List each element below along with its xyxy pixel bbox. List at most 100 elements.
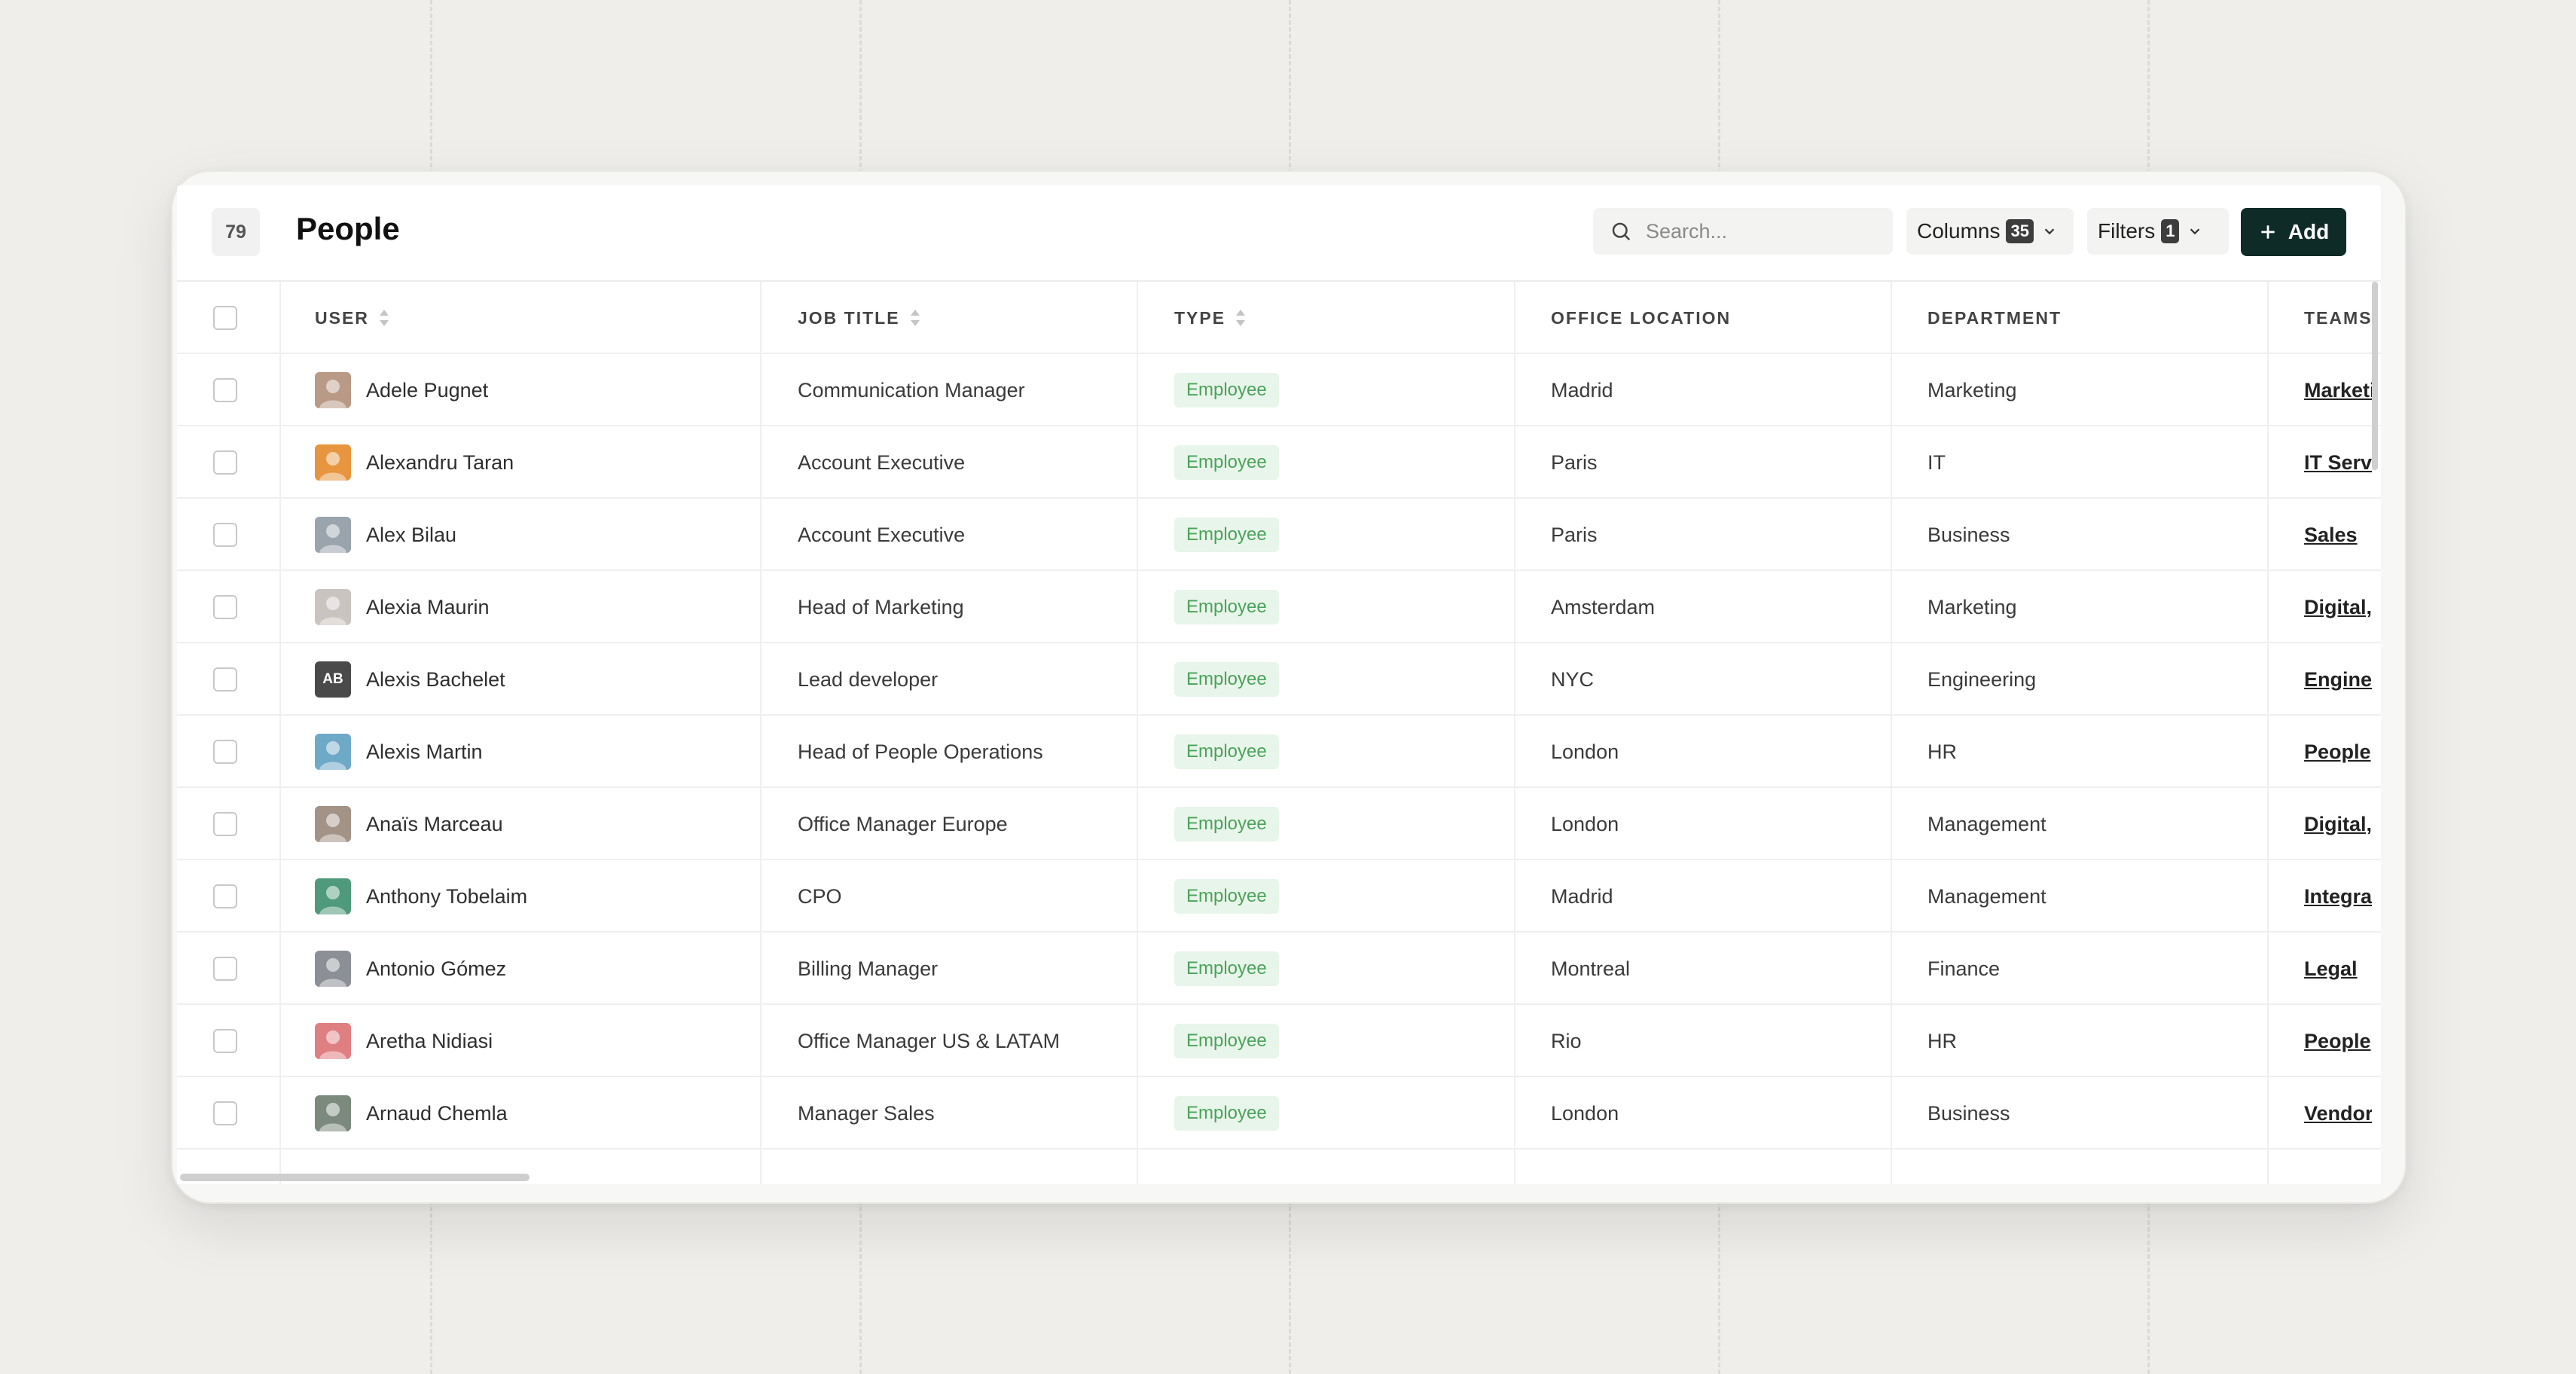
team-link[interactable]: Sales xyxy=(2304,524,2358,547)
sort-icon xyxy=(1235,308,1247,328)
column-header-user[interactable]: USER xyxy=(315,282,390,354)
department-cell: IT xyxy=(1927,426,1946,499)
row-checkbox[interactable] xyxy=(213,667,237,692)
select-all-cell xyxy=(213,282,237,354)
team-link[interactable]: IT Servi xyxy=(2304,451,2372,475)
people-screen: 79 People Columns 35 Filters 1 xyxy=(177,185,2381,1184)
user-cell[interactable]: Adele Pugnet xyxy=(315,354,488,426)
table-row[interactable]: Alex Bilau Account Executive Employee Pa… xyxy=(177,499,2381,571)
plus-icon xyxy=(2258,222,2278,242)
column-header-office-location[interactable]: OFFICE LOCATION xyxy=(1551,282,1731,354)
office-location-cell: Rio xyxy=(1551,1005,1582,1077)
table-row[interactable]: Arnaud Chemla Manager Sales Employee Lon… xyxy=(177,1077,2381,1150)
row-checkbox[interactable] xyxy=(213,957,237,981)
avatar xyxy=(315,1095,351,1131)
user-name[interactable]: Aretha Nidiasi xyxy=(366,1030,493,1053)
row-checkbox[interactable] xyxy=(213,523,237,547)
table-row[interactable]: AB Alexis Bachelet Lead developer Employ… xyxy=(177,643,2381,716)
user-name[interactable]: Antonio Gómez xyxy=(366,957,506,981)
row-select-cell xyxy=(213,499,237,571)
table-row[interactable]: Adele Pugnet Communication Manager Emplo… xyxy=(177,354,2381,426)
table-row[interactable]: Alexia Maurin Head of Marketing Employee… xyxy=(177,571,2381,643)
type-badge: Employee xyxy=(1174,734,1279,769)
user-cell[interactable]: AB Alexis Bachelet xyxy=(315,643,505,716)
department: Business xyxy=(1927,523,2010,546)
user-name[interactable]: Anaïs Marceau xyxy=(366,813,503,836)
column-header-type[interactable]: TYPE xyxy=(1174,282,1247,354)
select-all-checkbox[interactable] xyxy=(213,306,237,330)
search-input[interactable] xyxy=(1646,219,1872,243)
row-checkbox[interactable] xyxy=(213,1101,237,1125)
row-checkbox[interactable] xyxy=(213,740,237,764)
row-checkbox[interactable] xyxy=(213,812,237,836)
user-name[interactable]: Adele Pugnet xyxy=(366,379,488,402)
table-row[interactable]: Antonio Gómez Billing Manager Employee M… xyxy=(177,933,2381,1005)
table-row[interactable]: Alexis Martin Head of People Operations … xyxy=(177,716,2381,788)
team-link[interactable]: Integra xyxy=(2304,885,2372,908)
page-header: 79 People Columns 35 Filters 1 xyxy=(177,185,2381,282)
type-badge: Employee xyxy=(1174,879,1279,914)
user-cell[interactable]: Alex Bilau xyxy=(315,499,456,571)
office-location: Amsterdam xyxy=(1551,595,1656,618)
columns-count-badge: 35 xyxy=(2006,219,2034,243)
column-header-type-label: TYPE xyxy=(1174,307,1226,328)
table-row[interactable]: Anaïs Marceau Office Manager Europe Empl… xyxy=(177,788,2381,860)
team-link[interactable]: Digital, xyxy=(2304,813,2372,836)
team-link[interactable]: People xyxy=(2304,740,2371,764)
user-name[interactable]: Alexis Martin xyxy=(366,740,483,764)
team-link[interactable]: Legal xyxy=(2304,957,2358,981)
user-cell[interactable]: Arnaud Chemla xyxy=(315,1077,508,1150)
add-button[interactable]: Add xyxy=(2241,208,2346,256)
column-header-teams[interactable]: TEAMS xyxy=(2304,282,2373,354)
team-link[interactable]: Vendor xyxy=(2304,1102,2372,1125)
type-badge: Employee xyxy=(1174,951,1279,986)
table-row[interactable]: Aretha Nidiasi Office Manager US & LATAM… xyxy=(177,1005,2381,1077)
user-cell[interactable]: Antonio Gómez xyxy=(315,933,506,1005)
user-name[interactable]: Alexis Bachelet xyxy=(366,668,505,692)
user-name[interactable]: Anthony Tobelaim xyxy=(366,885,527,908)
department: IT xyxy=(1927,450,1946,474)
teams-cell: Sales xyxy=(2304,499,2372,571)
user-name[interactable]: Alexia Maurin xyxy=(366,596,490,619)
column-header-job-title-label: JOB TITLE xyxy=(798,307,900,328)
job-title: Office Manager US & LATAM xyxy=(798,1029,1061,1052)
team-link[interactable]: Digital, xyxy=(2304,596,2372,619)
user-name[interactable]: Alex Bilau xyxy=(366,524,456,547)
table-row[interactable]: Alexandru Taran Account Executive Employ… xyxy=(177,426,2381,499)
user-cell[interactable]: Anaïs Marceau xyxy=(315,788,503,860)
horizontal-scrollbar[interactable] xyxy=(180,1174,530,1181)
user-name[interactable]: Arnaud Chemla xyxy=(366,1102,508,1125)
office-location: London xyxy=(1551,1101,1619,1125)
team-link[interactable]: Enginee xyxy=(2304,668,2372,692)
user-cell[interactable]: Alexandru Taran xyxy=(315,426,514,499)
user-name[interactable]: Alexandru Taran xyxy=(366,451,514,475)
office-location: Madrid xyxy=(1551,378,1613,402)
user-cell[interactable]: Alexis Martin xyxy=(315,716,483,788)
job-title: Account Executive xyxy=(798,450,966,474)
avatar xyxy=(315,806,351,842)
row-checkbox[interactable] xyxy=(213,1029,237,1053)
row-checkbox[interactable] xyxy=(213,595,237,619)
search-box[interactable] xyxy=(1593,208,1893,255)
vertical-scrollbar[interactable] xyxy=(2372,282,2378,470)
team-link[interactable]: People xyxy=(2304,1030,2371,1053)
team-link[interactable]: Marketi xyxy=(2304,379,2372,402)
filters-button[interactable]: Filters 1 xyxy=(2087,208,2229,255)
user-cell[interactable]: Anthony Tobelaim xyxy=(315,860,527,933)
office-location-cell: London xyxy=(1551,1077,1619,1150)
row-checkbox[interactable] xyxy=(213,884,237,908)
job-title: Billing Manager xyxy=(798,957,939,980)
teams-cell: Digital, xyxy=(2304,571,2372,643)
chevron-down-icon xyxy=(2041,223,2058,240)
column-header-job-title[interactable]: JOB TITLE xyxy=(798,282,921,354)
user-cell[interactable]: Alexia Maurin xyxy=(315,571,490,643)
department-cell: Management xyxy=(1927,788,2046,860)
office-location-cell: Paris xyxy=(1551,426,1598,499)
row-checkbox[interactable] xyxy=(213,450,237,475)
table-row[interactable]: Anthony Tobelaim CPO Employee Madrid Man… xyxy=(177,860,2381,933)
columns-button[interactable]: Columns 35 xyxy=(1906,208,2074,255)
type-badge: Employee xyxy=(1174,807,1279,841)
user-cell[interactable]: Aretha Nidiasi xyxy=(315,1005,493,1077)
row-checkbox[interactable] xyxy=(213,378,237,402)
column-header-department[interactable]: DEPARTMENT xyxy=(1927,282,2062,354)
